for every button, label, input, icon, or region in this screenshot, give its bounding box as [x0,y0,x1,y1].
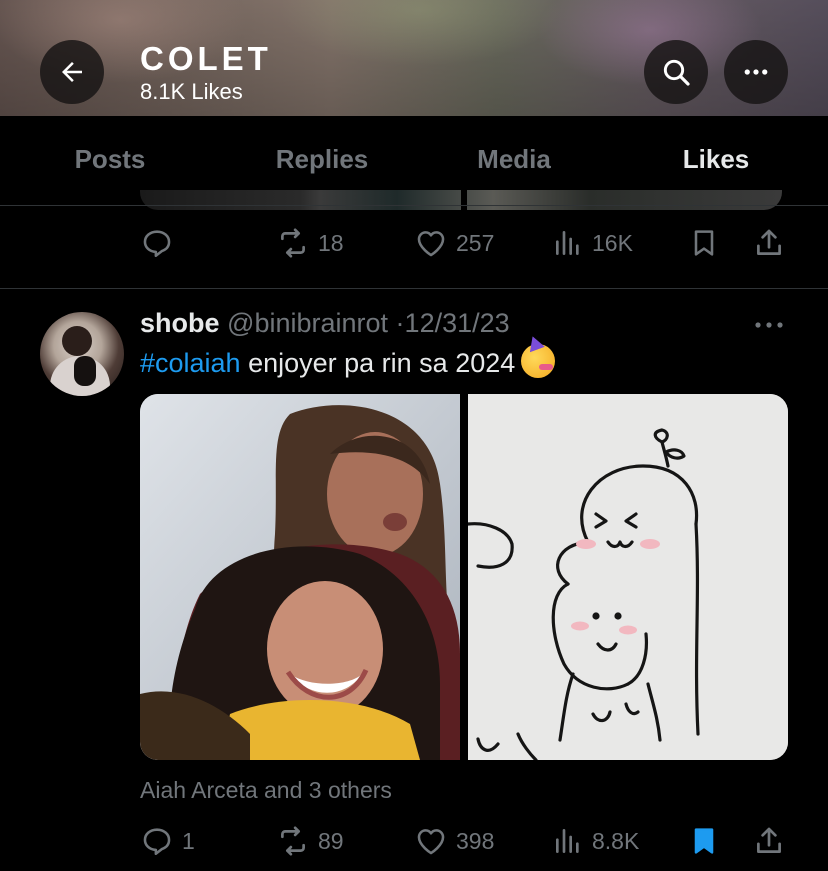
tabs-divider [0,205,828,206]
bookmark-button[interactable] [688,824,720,858]
repost-count: 18 [318,229,344,256]
like-icon [417,829,445,855]
bookmark-button[interactable] [688,226,720,260]
user-handle[interactable]: @binibrainrot [227,308,388,338]
tab-media[interactable]: Media [477,144,551,175]
previous-tweet-actions: 18 257 16K [0,224,828,264]
search-button[interactable] [644,40,708,104]
share-button[interactable] [752,226,786,260]
search-icon [663,59,690,86]
separator-dot: · [395,308,405,338]
share-button[interactable] [752,824,786,858]
tab-posts[interactable]: Posts [75,144,146,175]
share-icon [757,229,781,255]
views-icon [556,231,579,255]
reply-button[interactable]: 1 [140,824,195,858]
avatar[interactable] [40,312,124,396]
liked-by-text[interactable]: Aiah Arceta and 3 others [140,777,392,804]
reply-icon [143,230,171,258]
repost-button[interactable]: 89 [276,824,344,858]
tweet-photo[interactable] [140,394,460,760]
tweet-date[interactable]: 12/31/23 [405,308,510,338]
reply-icon [143,828,171,856]
tweet-drawing[interactable] [468,394,788,760]
repost-icon [281,228,305,258]
views-count: 16K [592,229,633,256]
like-button[interactable]: 398 [414,824,494,858]
photo-illustration [140,394,460,760]
like-count: 398 [456,827,495,854]
back-arrow-icon [62,62,82,82]
like-button[interactable]: 257 [414,226,494,260]
share-icon [757,827,781,853]
repost-count: 89 [318,827,344,854]
tweet-actions: 1 89 398 8.8K [0,822,828,862]
tweet-more-button[interactable] [752,316,786,339]
reply-count: 1 [182,827,195,854]
reply-button[interactable] [140,226,174,260]
back-button[interactable] [40,40,104,104]
views-count: 8.8K [592,827,640,854]
tab-likes[interactable]: Likes [683,144,750,175]
repost-button[interactable]: 18 [276,226,344,260]
more-icon [744,69,768,75]
tweet-divider [0,288,828,289]
display-name[interactable]: shobe [140,308,220,338]
profile-header: COLET 8.1K Likes [0,0,828,116]
partying-face-emoji [521,344,556,378]
media-gap [461,190,467,210]
repost-icon [281,826,305,856]
tweet-body: enjoyer pa rin sa 2024 [240,348,516,378]
views-button[interactable]: 16K [552,226,633,260]
profile-name: COLET [140,40,272,77]
more-icon [755,322,783,328]
bookmark-filled-icon [694,828,714,854]
hashtag-link[interactable]: #colaiah [140,348,241,378]
tweet-text: #colaiah enjoyer pa rin sa 2024 [140,344,556,379]
drawing-illustration [468,394,788,760]
profile-likes-count: 8.1K Likes [140,79,243,104]
views-button[interactable]: 8.8K [552,824,639,858]
bookmark-icon [694,230,714,256]
views-icon [556,829,579,853]
more-options-button[interactable] [724,40,788,104]
tweet-media[interactable] [140,394,788,760]
like-count: 257 [456,229,495,256]
like-icon [417,231,445,257]
tweet-header: shobe @binibrainrot ·12/31/23 [140,308,510,339]
tab-replies[interactable]: Replies [276,144,369,175]
